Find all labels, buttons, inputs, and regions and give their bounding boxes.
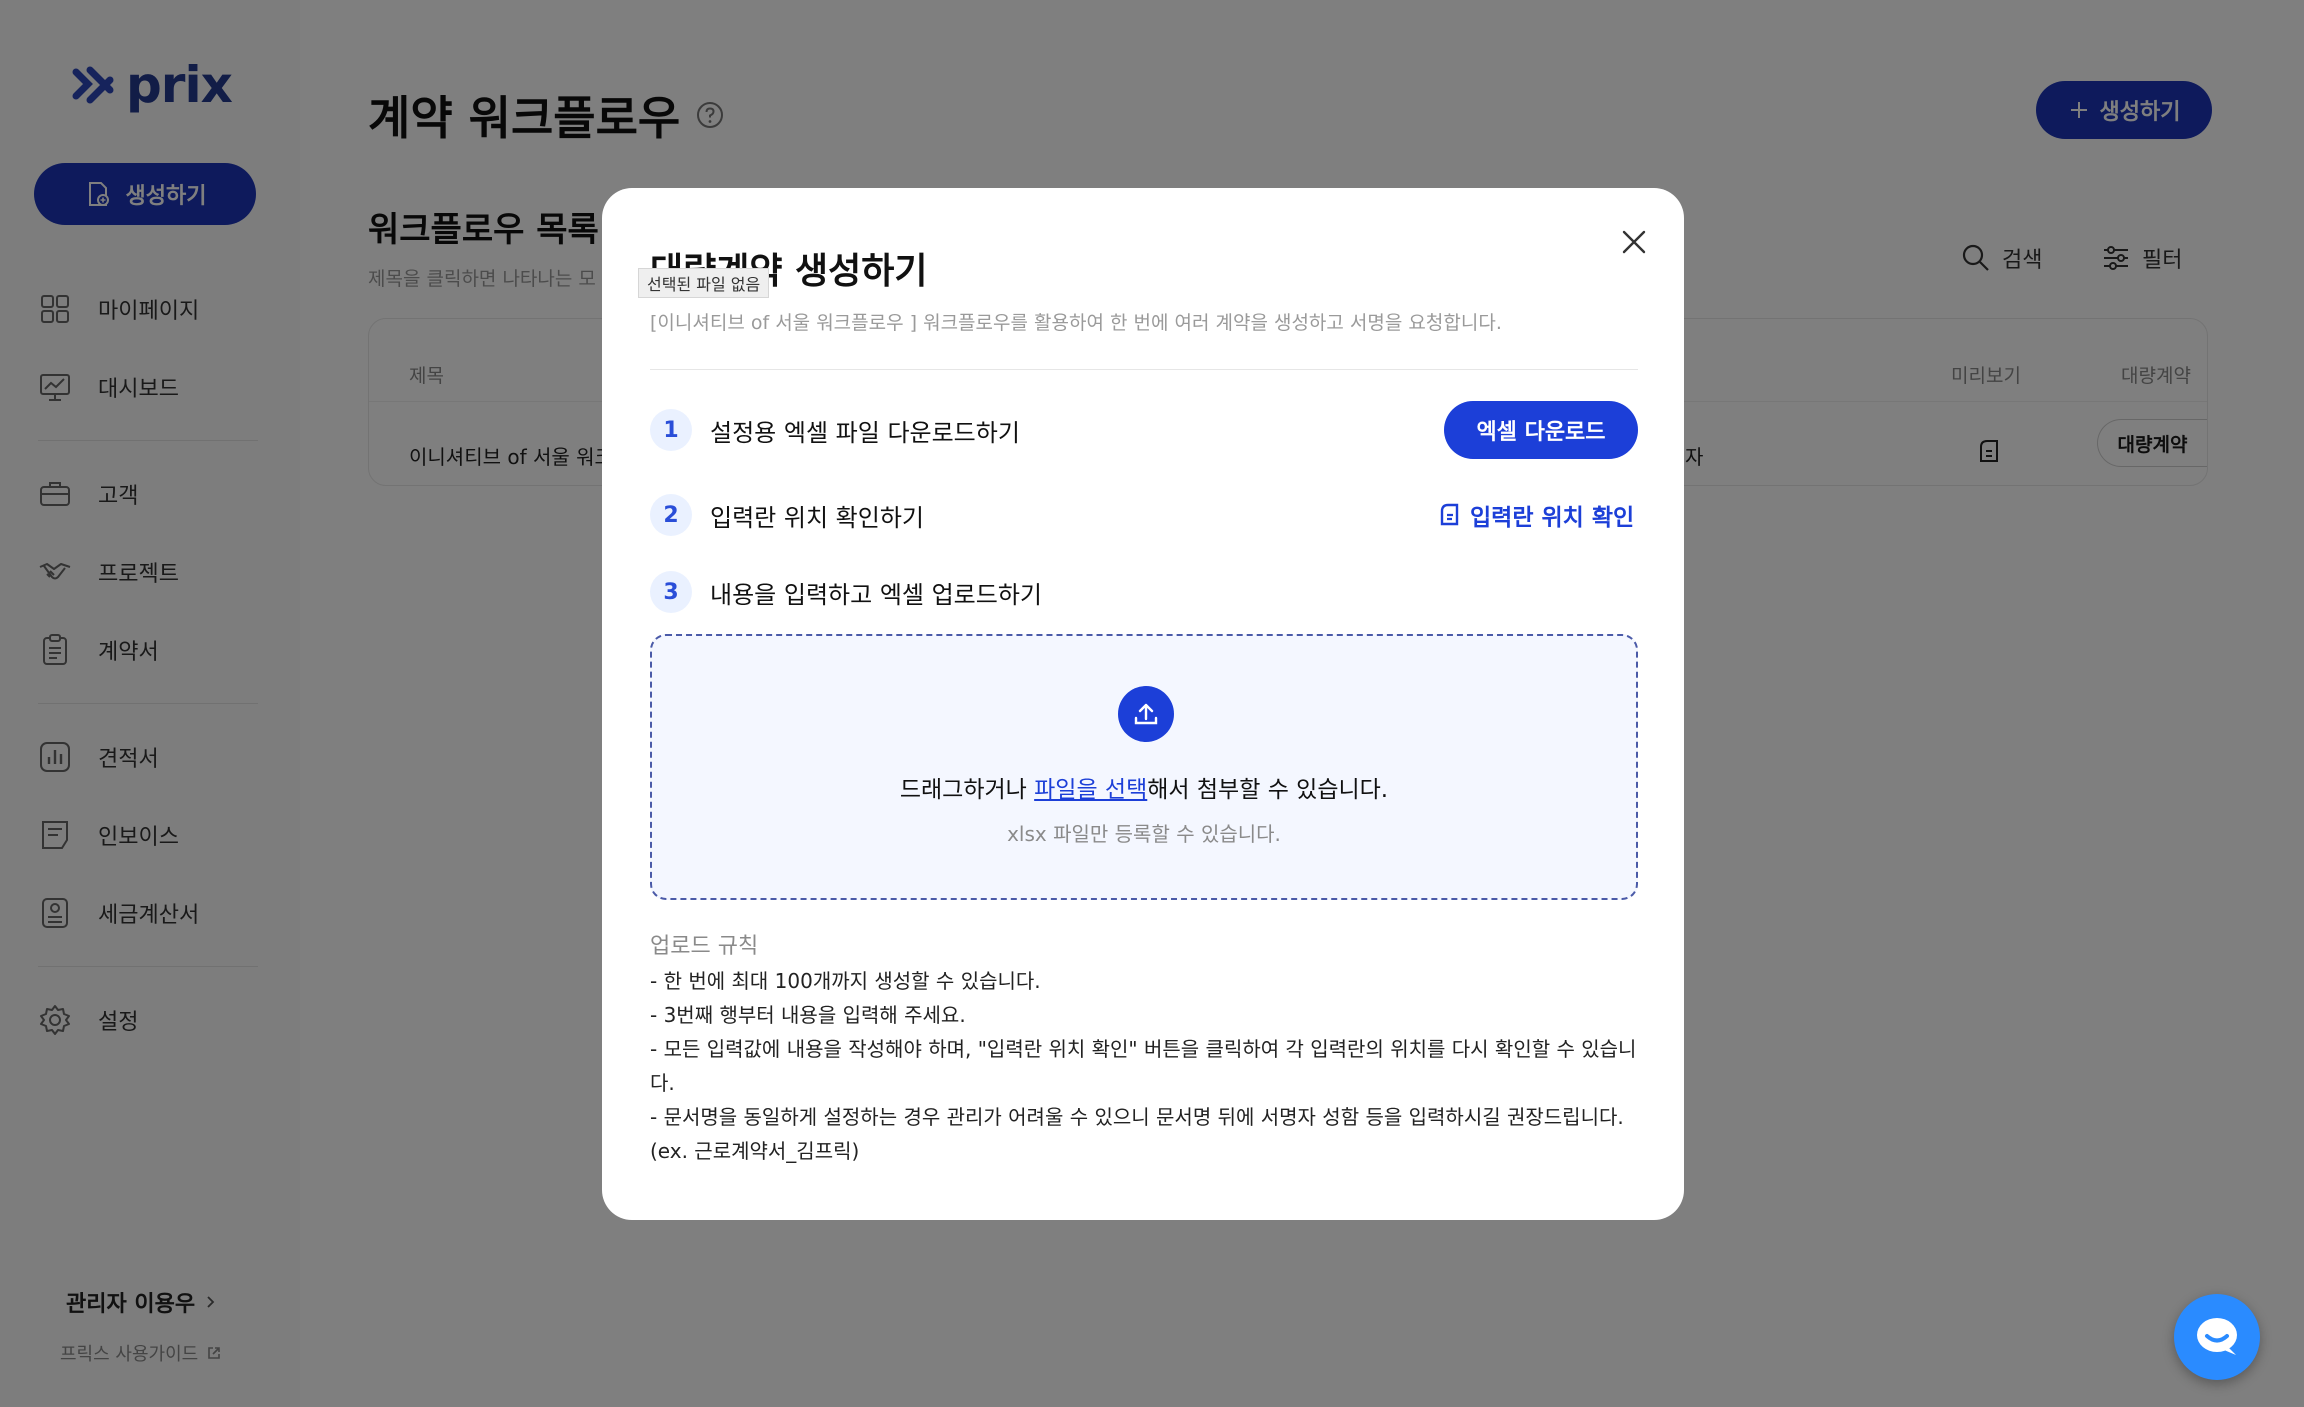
step-number: 3 — [650, 571, 692, 613]
position-check-label: 입력란 위치 확인 — [1470, 505, 1635, 531]
upload-icon-badge — [1118, 686, 1174, 742]
upload-rules: - 한 번에 최대 100개까지 생성할 수 있습니다. - 3번째 행부터 내… — [650, 964, 1645, 1168]
step-label: 내용을 입력하고 엑셀 업로드하기 — [710, 580, 1043, 609]
drop-text-before: 드래그하거나 — [899, 777, 1035, 803]
upload-rule: - 문서명을 동일하게 설정하는 경우 관리가 어려울 수 있으니 문서명 뒤에… — [650, 1105, 1624, 1163]
step-number: 1 — [650, 409, 692, 451]
bulk-contract-modal: 대량계약 생성하기 선택된 파일 없음 [이니셔티브 of 서울 워크플로우 ]… — [602, 188, 1684, 1220]
upload-rules-title: 업로드 규칙 — [650, 934, 759, 959]
select-file-link[interactable]: 파일을 선택 — [1034, 777, 1147, 803]
step-label: 설정용 엑셀 파일 다운로드하기 — [710, 418, 1020, 447]
close-icon[interactable] — [1618, 226, 1650, 258]
chat-support-button[interactable] — [2174, 1294, 2260, 1380]
position-check-link[interactable]: 입력란 위치 확인 — [1438, 498, 1634, 532]
upload-rule: - 모든 입력값에 내용을 작성해야 하며, "입력란 위치 확인" 버튼을 클… — [650, 1037, 1637, 1095]
step-upload: 3 내용을 입력하고 엑셀 업로드하기 — [650, 571, 1042, 613]
modal-divider — [650, 369, 1638, 370]
drop-text-after: 해서 첨부할 수 있습니다. — [1147, 777, 1389, 803]
step-position-check: 2 입력란 위치 확인하기 — [650, 494, 924, 536]
upload-rule: - 3번째 행부터 내용을 입력해 주세요. — [650, 1003, 966, 1027]
step-download: 1 설정용 엑셀 파일 다운로드하기 — [650, 409, 1020, 451]
upload-icon — [1134, 703, 1158, 725]
modal-description: [이니셔티브 of 서울 워크플로우 ] 워크플로우를 활용하여 한 번에 여러… — [650, 312, 1502, 334]
step-label: 입력란 위치 확인하기 — [710, 503, 924, 532]
file-input-tooltip: 선택된 파일 없음 — [638, 268, 770, 298]
step-number: 2 — [650, 494, 692, 536]
document-pen-icon — [1440, 503, 1459, 526]
excel-download-button[interactable]: 엑셀 다운로드 — [1444, 401, 1638, 459]
upload-rule: - 한 번에 최대 100개까지 생성할 수 있습니다. — [650, 969, 1041, 993]
dropzone-text: 드래그하거나 파일을 선택해서 첨부할 수 있습니다. — [652, 770, 1636, 804]
file-dropzone[interactable]: 드래그하거나 파일을 선택해서 첨부할 수 있습니다. xlsx 파일만 등록할… — [650, 634, 1638, 900]
dropzone-hint: xlsx 파일만 등록할 수 있습니다. — [1007, 822, 1281, 846]
chat-bubble-icon — [2197, 1318, 2237, 1355]
